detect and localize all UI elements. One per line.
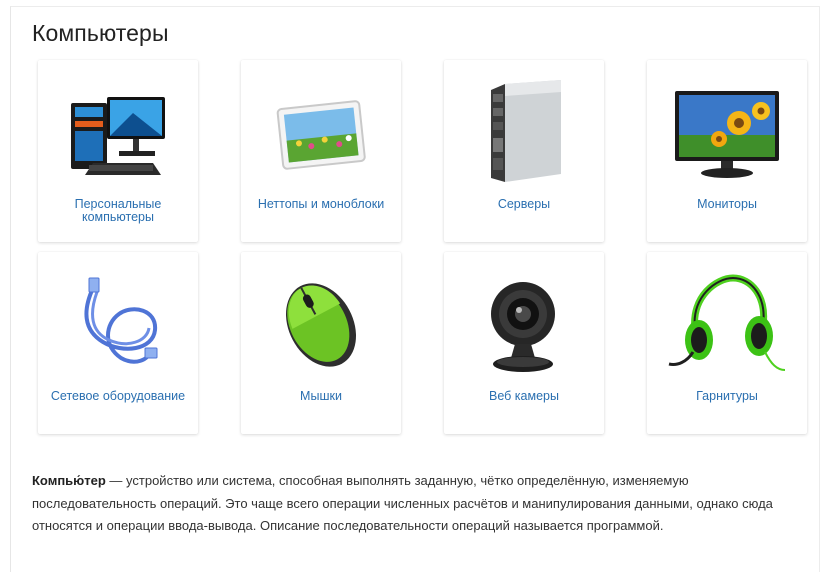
category-label[interactable]: Мониторы <box>653 198 801 211</box>
category-card-mice[interactable]: Мышки <box>241 252 401 434</box>
category-card-network[interactable]: Сетевое оборудование <box>38 252 198 434</box>
category-card-nettops[interactable]: Неттопы и моноблоки <box>241 60 401 242</box>
description-term: Компью́тер <box>32 473 106 488</box>
blade-server-icon <box>444 78 604 188</box>
category-description: Компью́тер — устройство или система, спо… <box>32 470 802 538</box>
category-label[interactable]: Гарнитуры <box>653 390 801 403</box>
mouse-icon <box>241 270 401 380</box>
category-card-personal-computers[interactable]: Персональные компьютеры <box>38 60 198 242</box>
network-cable-icon <box>38 270 198 380</box>
category-label[interactable]: Мышки <box>247 390 395 403</box>
monitor-icon <box>647 78 807 188</box>
category-card-servers[interactable]: Серверы <box>444 60 604 242</box>
desktop-pc-icon <box>38 78 198 188</box>
category-label[interactable]: Веб камеры <box>450 390 598 403</box>
category-card-headsets[interactable]: Гарнитуры <box>647 252 807 434</box>
category-label[interactable]: Персональные компьютеры <box>44 198 192 224</box>
webcam-icon <box>444 270 604 380</box>
description-text: — устройство или система, способная выпо… <box>32 473 773 533</box>
category-card-webcams[interactable]: Веб камеры <box>444 252 604 434</box>
tablet-icon <box>241 78 401 188</box>
page-title: Компьютеры <box>32 20 169 46</box>
category-card-monitors[interactable]: Мониторы <box>647 60 807 242</box>
category-label[interactable]: Сетевое оборудование <box>44 390 192 403</box>
category-label[interactable]: Неттопы и моноблоки <box>247 198 395 211</box>
category-label[interactable]: Серверы <box>450 198 598 211</box>
headset-icon <box>647 270 807 380</box>
